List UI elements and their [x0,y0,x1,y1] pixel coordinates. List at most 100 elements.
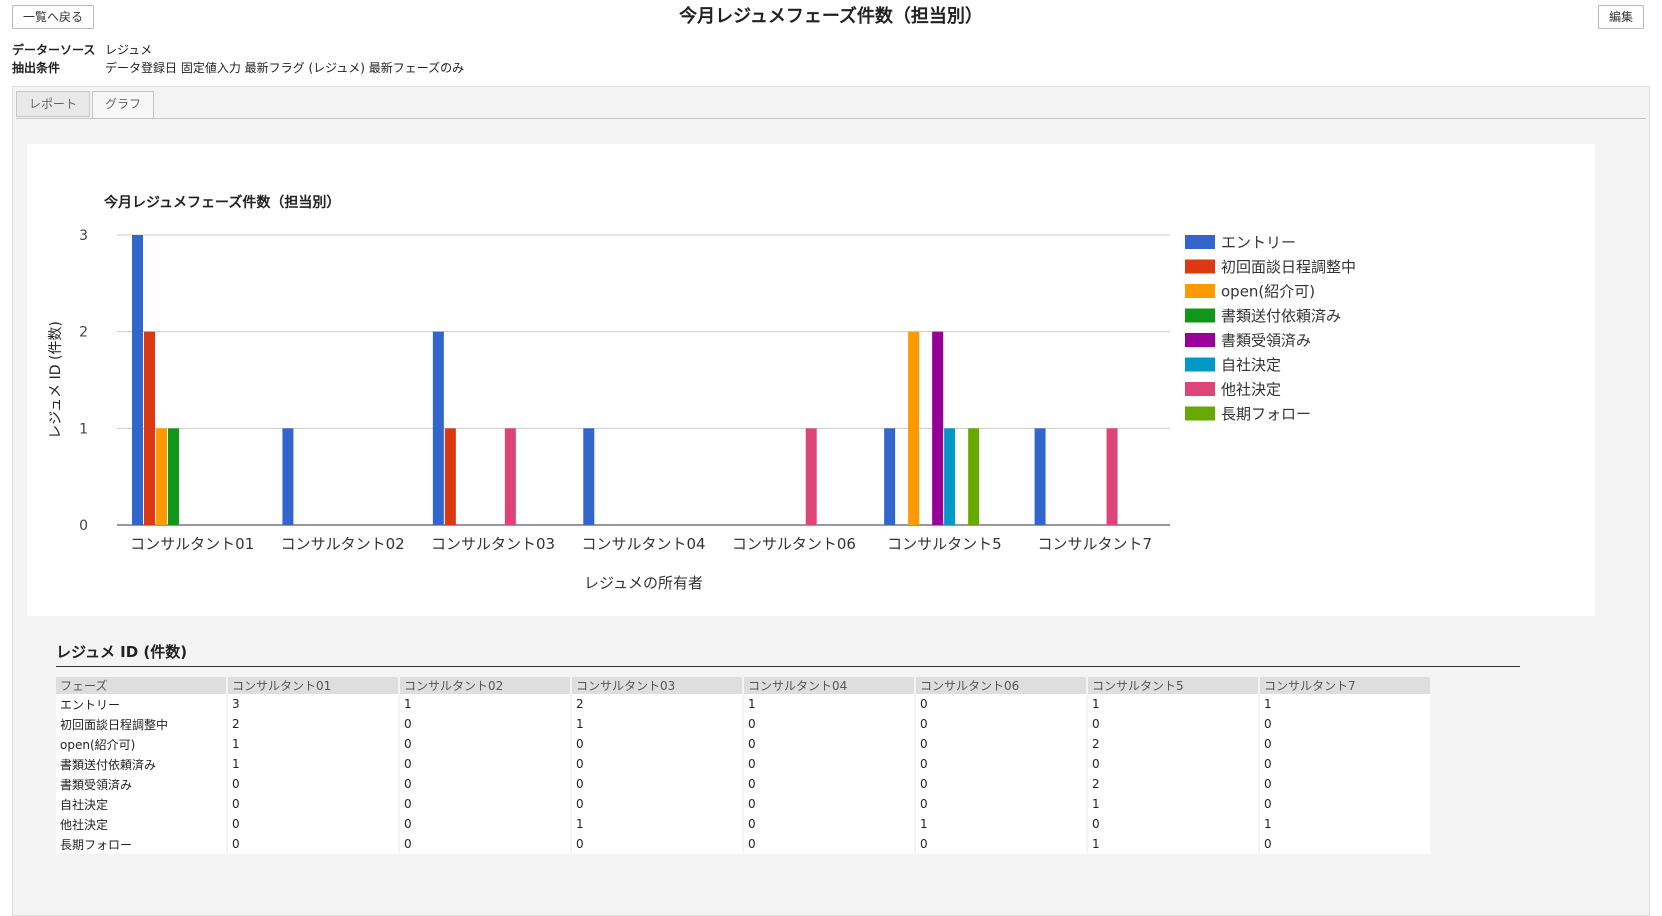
legend-swatch [1185,308,1215,323]
table-cell: 0 [743,714,916,734]
table-cell: 1 [571,814,744,834]
table-cell: 0 [571,834,744,854]
legend-label: 自社決定 [1221,356,1281,374]
table-cell: 0 [743,794,916,814]
legend-swatch [1185,382,1215,396]
legend-label: 書類送付依頼済み [1221,307,1341,325]
table-row: 自社決定 0 0 0 0 0 1 0 [56,794,1432,814]
table-cell: 0 [743,834,916,854]
legend-label: 他社決定 [1221,381,1281,399]
table-cell: 1 [1087,794,1260,814]
bar-3-7 [504,428,516,525]
chart-title: 今月レジュメフェーズ件数（担当別） [103,194,340,211]
bar-1-1 [132,235,143,525]
table-title: レジュメ ID (件数) [56,643,188,661]
chart-area: 今月レジュメフェーズ件数（担当別） 0 1 2 3 レジュメ ID (件数) コンサルタント… [27,144,1595,616]
table-cell: 他社決定 [56,814,228,834]
table-cell: 0 [399,754,572,774]
table-cell: 0 [915,774,1088,794]
table-cell: 0 [1259,774,1432,794]
table-cell: 書類送付依頼済み [56,754,228,774]
bar-4-1 [583,428,595,525]
table-cell: 1 [227,754,400,774]
table-cell: 2 [227,714,400,734]
bar-7-1 [1034,428,1046,525]
bar-6-5 [932,331,944,525]
table-cell: 1 [915,814,1088,834]
bar-6-6 [944,428,956,525]
table-cell: 1 [1087,694,1260,714]
table-cell: 1 [1259,814,1432,834]
table-cell: 0 [743,754,916,774]
table-cell: 0 [571,794,744,814]
table-cell: 0 [1259,794,1432,814]
table-cell: 0 [571,774,744,794]
legend-label: open(紹介可) [1221,283,1315,301]
x-tick-label: コンサルタント03 [431,535,555,553]
x-tick-label: コンサルタント7 [1038,535,1153,553]
table-cell: 0 [743,814,916,834]
table-cell: 0 [743,734,916,754]
data-source-label: データーソース [12,43,96,57]
table-cell: 1 [571,714,744,734]
tab-graph[interactable]: グラフ [92,91,155,119]
table-cell: 0 [915,834,1088,854]
table-cell: 0 [399,714,572,734]
table-cell: 0 [227,814,400,834]
legend-label: 書類受領済み [1221,332,1311,350]
legend-swatch [1185,333,1215,347]
bar-6-8 [968,428,980,525]
table-header-row: フェーズ コンサルタント01 コンサルタント02 コンサルタント03 コンサルタント04… [56,677,1432,694]
bar-7-7 [1106,428,1118,525]
table-cell: 0 [1259,734,1432,754]
report-panel: レポート グラフ 今月レジュメフェーズ件数（担当別） 0 1 2 3 レジュメ ID (件… [12,86,1650,916]
table-cell: 2 [1087,774,1260,794]
table-cell: 0 [399,834,572,854]
y-tick-label: 0 [79,518,88,534]
table-row: 他社決定 0 0 1 0 1 0 1 [56,814,1432,834]
tab-divider [16,118,1646,119]
filter-condition-label: 抽出条件 [12,61,61,75]
y-tick-label: 2 [79,325,88,341]
table-cell: 0 [1087,754,1260,774]
table-cell: 0 [1087,714,1260,734]
bar-6-3 [908,331,920,525]
table-cell: 1 [399,694,572,714]
table-header-cell: コンサルタント5 [1087,677,1260,694]
y-tick-label: 1 [79,421,88,437]
legend-label: 初回面談日程調整中 [1221,258,1356,276]
table-row: 書類受領済み 0 0 0 0 0 2 0 [56,774,1432,794]
edit-button[interactable]: 編集 [1597,5,1644,29]
filter-condition-value: データ登録日 固定値入力 最新フラグ (レジュメ) 最新フェーズのみ [105,61,465,75]
table-header-cell: フェーズ [56,677,228,694]
bar-1-2 [144,331,155,525]
data-table: フェーズ コンサルタント01 コンサルタント02 コンサルタント03 コンサルタント04… [56,677,1432,854]
legend-swatch [1185,259,1215,274]
bar-5-7 [805,428,817,525]
table-header-cell: コンサルタント02 [399,677,572,694]
table-cell: 自社決定 [56,794,228,814]
table-cell: 初回面談日程調整中 [56,714,228,734]
table-cell: 0 [227,794,400,814]
table-cell: 0 [915,794,1088,814]
table-cell: 0 [1087,814,1260,834]
x-tick-label: コンサルタント02 [281,535,405,553]
legend-swatch [1185,284,1215,298]
table-cell: 0 [915,694,1088,714]
table-cell: 長期フォロー [56,834,228,854]
table-cell: 0 [915,734,1088,754]
table-cell: 0 [399,814,572,834]
y-tick-label: 3 [79,228,88,244]
table-cell: 0 [399,774,572,794]
table-row: 書類送付依頼済み 1 0 0 0 0 0 0 [56,754,1432,774]
bar-1-3 [156,428,167,525]
table-row: 初回面談日程調整中 2 0 1 0 0 0 0 [56,714,1432,734]
tab-report[interactable]: レポート [16,91,91,117]
table-cell: 0 [399,794,572,814]
table-cell: 3 [227,694,400,714]
table-cell: 0 [915,754,1088,774]
table-cell: 0 [571,734,744,754]
table-header-cell: コンサルタント7 [1259,677,1432,694]
legend-swatch [1185,357,1215,372]
x-tick-label: コンサルタント04 [581,535,705,553]
